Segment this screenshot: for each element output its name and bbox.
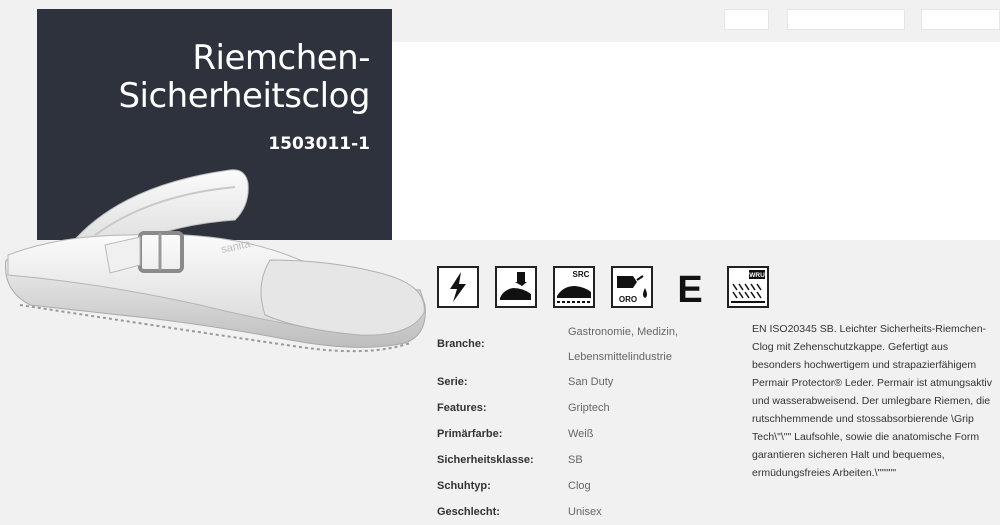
spec-value: Clog — [568, 480, 591, 492]
product-image-area — [392, 42, 1000, 240]
spec-value: Griptech — [568, 402, 610, 414]
spec-label: Branche: — [437, 338, 485, 350]
top-nav-button-2[interactable] — [787, 9, 905, 30]
spec-label: Primärfarbe: — [437, 428, 503, 440]
src-slip-icon: SRC — [553, 266, 595, 308]
spec-label: Features: — [437, 402, 487, 414]
product-title: Riemchen- Sicherheitsclog — [118, 39, 370, 115]
spec-value: Gastronomie, Medizin, — [568, 326, 679, 338]
spec-value: SB — [568, 454, 583, 466]
e-label: E — [677, 269, 702, 308]
article-number: 1503011-1 — [268, 134, 370, 154]
oro-label: ORO — [619, 295, 637, 304]
spec-value: San Duty — [568, 376, 614, 388]
oro-oil-resistant-icon: ORO — [611, 266, 653, 308]
spec-label: Schuhtyp: — [437, 480, 491, 492]
energy-absorption-e-icon: E — [677, 269, 702, 308]
spec-label: Serie: — [437, 376, 468, 388]
product-description: EN ISO20345 SB. Leichter Sicherheits-Rie… — [752, 323, 992, 479]
spec-label: Sicherheitsklasse: — [437, 454, 534, 466]
antistatic-icon — [437, 266, 479, 308]
spec-row-branche: Branche: Gastronomie, Medizin, Lebensmit… — [437, 320, 737, 364]
wru-label: WRU — [749, 272, 765, 279]
toecap-icon — [495, 266, 537, 308]
wru-water-icon: WRU — [727, 266, 769, 308]
spec-value: Lebensmittelindustrie — [568, 351, 672, 363]
top-nav-button-3[interactable] — [921, 9, 1000, 30]
shoe-image: sanita — [5, 169, 426, 353]
spec-value: Weiß — [568, 428, 594, 440]
top-nav-button-1[interactable] — [724, 9, 769, 30]
product-title-line2: Sicherheitsclog — [118, 76, 370, 116]
src-label: SRC — [573, 270, 590, 279]
product-title-line1: Riemchen- — [192, 38, 370, 78]
spec-label: Geschlecht: — [437, 506, 500, 518]
spec-value: Unisex — [568, 506, 602, 518]
